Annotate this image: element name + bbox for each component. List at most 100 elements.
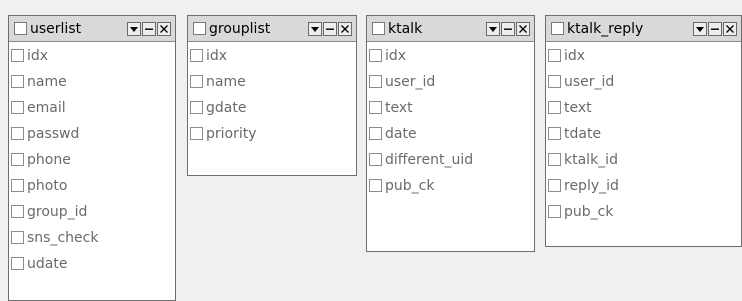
column-checkbox[interactable]: [190, 49, 203, 62]
column-checkbox[interactable]: [548, 179, 561, 192]
table-panel-ktalk[interactable]: ktalk idx user_idtext date different_uid pub_…: [366, 15, 535, 252]
minimize-icon[interactable]: [323, 22, 337, 36]
column-row[interactable]: idx: [190, 48, 352, 66]
column-row[interactable]: different_uid: [369, 152, 530, 170]
table-panel-userlist[interactable]: userlist idx name email passwd phone photo grou…: [8, 15, 176, 301]
column-name: idx: [27, 48, 49, 64]
column-checkbox[interactable]: [11, 205, 24, 218]
select-all-columns-checkbox[interactable]: [193, 22, 206, 35]
column-checkbox[interactable]: [369, 179, 382, 192]
column-row[interactable]: user_id: [369, 74, 530, 92]
dropdown-arrow-icon[interactable]: [693, 22, 707, 36]
column-checkbox[interactable]: [548, 153, 561, 166]
column-row[interactable]: pub_ck: [548, 204, 737, 222]
column-row[interactable]: reply_id: [548, 178, 737, 196]
column-name: text: [564, 100, 592, 116]
table-panel-grouplist[interactable]: grouplist idx name gdate priority: [187, 15, 357, 176]
column-checkbox[interactable]: [11, 257, 24, 270]
column-row[interactable]: pub_ck: [369, 178, 530, 196]
column-checkbox[interactable]: [11, 153, 24, 166]
table-panel-ktalk-reply[interactable]: ktalk_replyidx user_idtext tdate ktalk_idre…: [545, 15, 742, 247]
column-name: name: [206, 74, 246, 90]
close-icon[interactable]: [338, 22, 352, 36]
select-all-columns-checkbox[interactable]: [372, 22, 385, 35]
column-row[interactable]: group_id: [11, 204, 171, 222]
panel-controls: [308, 22, 352, 36]
column-row[interactable]: gdate: [190, 100, 352, 118]
column-checkbox[interactable]: [11, 179, 24, 192]
column-name: pub_ck: [564, 204, 614, 220]
column-name: pub_ck: [385, 178, 435, 194]
column-checkbox[interactable]: [369, 101, 382, 114]
minimize-icon[interactable]: [501, 22, 515, 36]
column-checkbox[interactable]: [190, 127, 203, 140]
close-icon[interactable]: [516, 22, 530, 36]
column-name: user_id: [385, 74, 436, 90]
column-row[interactable]: user_id: [548, 74, 737, 92]
table-title: ktalk: [388, 21, 423, 37]
column-row[interactable]: tdate: [548, 126, 737, 144]
column-row[interactable]: idx: [369, 48, 530, 66]
select-all-columns-checkbox[interactable]: [14, 22, 27, 35]
column-name: text: [385, 100, 413, 116]
column-checkbox[interactable]: [548, 49, 561, 62]
select-all-columns-checkbox[interactable]: [551, 22, 564, 35]
column-name: different_uid: [385, 152, 474, 168]
column-row[interactable]: udate: [11, 256, 171, 274]
column-name: group_id: [27, 204, 88, 220]
panel-controls: [693, 22, 737, 36]
column-checkbox[interactable]: [190, 101, 203, 114]
column-checkbox[interactable]: [369, 49, 382, 62]
column-name: name: [27, 74, 67, 90]
column-checkbox[interactable]: [369, 75, 382, 88]
column-name: email: [27, 100, 66, 116]
column-name: ktalk_id: [564, 152, 618, 168]
column-checkbox[interactable]: [548, 75, 561, 88]
column-row[interactable]: priority: [190, 126, 352, 144]
table-header[interactable]: ktalk: [367, 16, 534, 42]
column-checkbox[interactable]: [11, 75, 24, 88]
table-header[interactable]: ktalk_reply: [546, 16, 741, 42]
column-row[interactable]: ktalk_id: [548, 152, 737, 170]
column-checkbox[interactable]: [548, 101, 561, 114]
column-row[interactable]: sns_check: [11, 230, 171, 248]
column-checkbox[interactable]: [190, 75, 203, 88]
column-checkbox[interactable]: [11, 127, 24, 140]
column-name: date: [385, 126, 417, 142]
column-row[interactable]: photo: [11, 178, 171, 196]
column-name: tdate: [564, 126, 602, 142]
dropdown-arrow-icon[interactable]: [308, 22, 322, 36]
column-row[interactable]: name: [11, 74, 171, 92]
column-row[interactable]: name: [190, 74, 352, 92]
column-checkbox[interactable]: [11, 231, 24, 244]
panel-controls: [127, 22, 171, 36]
column-checkbox[interactable]: [548, 205, 561, 218]
table-header[interactable]: grouplist: [188, 16, 356, 42]
dropdown-arrow-icon[interactable]: [486, 22, 500, 36]
column-row[interactable]: text: [369, 100, 530, 118]
minimize-icon[interactable]: [142, 22, 156, 36]
column-checkbox[interactable]: [11, 49, 24, 62]
close-icon[interactable]: [723, 22, 737, 36]
column-row[interactable]: idx: [548, 48, 737, 66]
close-icon[interactable]: [157, 22, 171, 36]
column-checkbox[interactable]: [369, 153, 382, 166]
dropdown-arrow-icon[interactable]: [127, 22, 141, 36]
column-name: idx: [206, 48, 228, 64]
column-row[interactable]: idx: [11, 48, 171, 66]
column-name: idx: [564, 48, 586, 64]
column-name: idx: [385, 48, 407, 64]
table-title: ktalk_reply: [567, 21, 644, 37]
column-row[interactable]: passwd: [11, 126, 171, 144]
column-row[interactable]: phone: [11, 152, 171, 170]
column-row[interactable]: date: [369, 126, 530, 144]
column-checkbox[interactable]: [369, 127, 382, 140]
column-name: sns_check: [27, 230, 99, 246]
column-checkbox[interactable]: [11, 101, 24, 114]
column-row[interactable]: text: [548, 100, 737, 118]
column-row[interactable]: email: [11, 100, 171, 118]
minimize-icon[interactable]: [708, 22, 722, 36]
column-name: photo: [27, 178, 68, 194]
column-checkbox[interactable]: [548, 127, 561, 140]
table-header[interactable]: userlist: [9, 16, 175, 42]
